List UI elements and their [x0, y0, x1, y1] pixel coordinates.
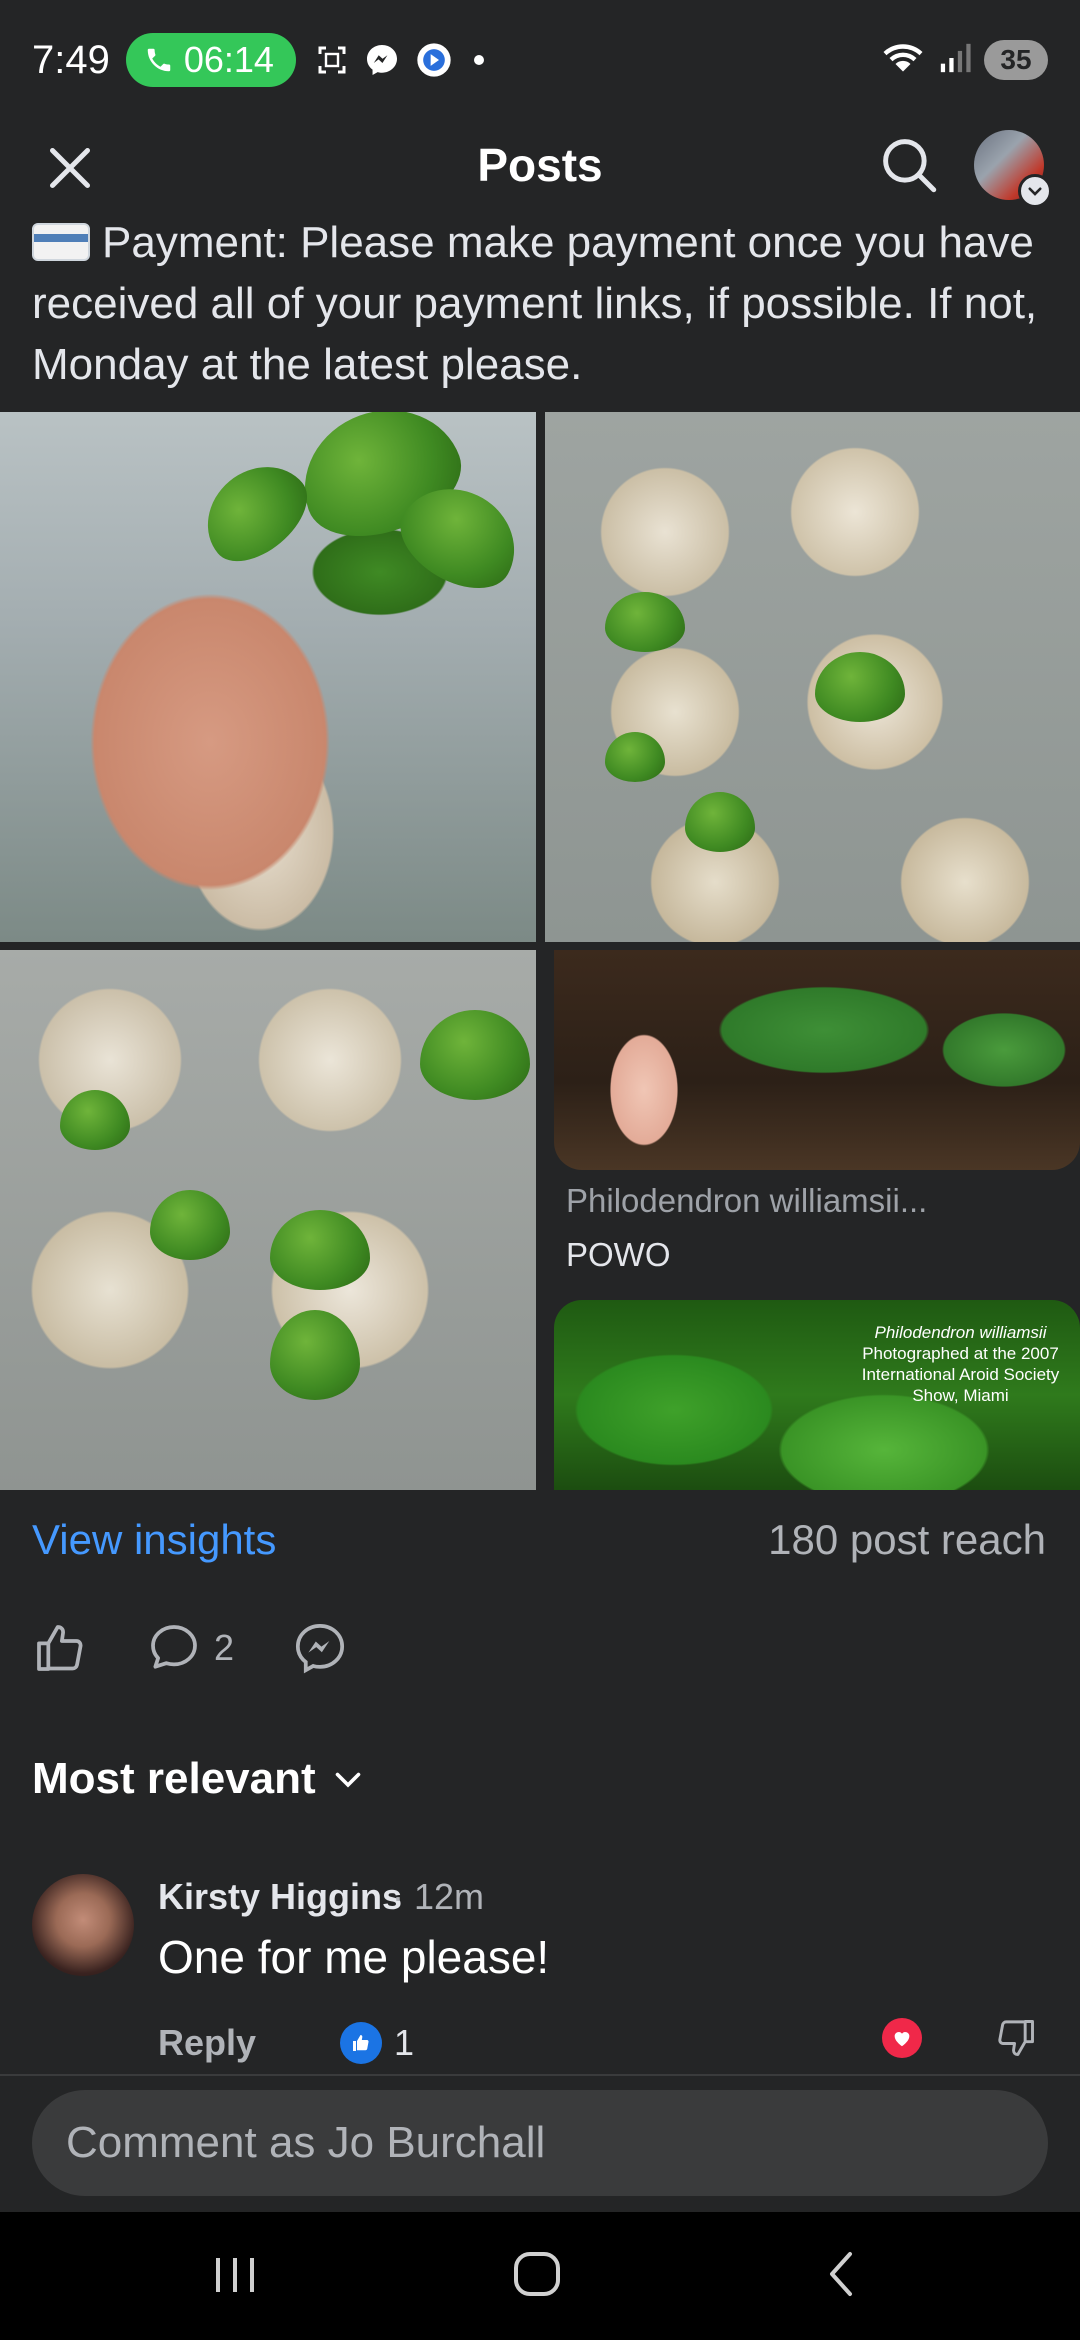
post-body: Payment: Please make payment once you ha…	[32, 212, 1052, 395]
comment-icon	[151, 1625, 197, 1669]
send-messenger-button[interactable]	[292, 1620, 348, 1676]
status-bar: 7:49 06:14 35	[0, 0, 1080, 120]
more-notifications-dot	[473, 55, 484, 65]
plant-leaf	[815, 652, 905, 722]
back-button[interactable]	[816, 2244, 866, 2309]
top-app-bar: Posts	[0, 120, 1080, 210]
profile-avatar-button[interactable]	[974, 130, 1052, 208]
system-navigation-bar	[0, 2212, 1080, 2340]
screenshot-icon	[314, 42, 350, 78]
recent-apps-icon	[216, 2258, 254, 2292]
account-switcher-badge	[1018, 174, 1052, 208]
sort-label: Most relevant	[32, 1754, 316, 1803]
plant-leaf	[420, 1010, 530, 1100]
commenter-name[interactable]: Kirsty Higgins	[158, 1876, 402, 1918]
plant-leaf	[60, 1090, 130, 1150]
link-preview-image-2[interactable]: Philodendron williamsii Photographed at …	[554, 1300, 1080, 1490]
reply-button[interactable]: Reply	[158, 2022, 256, 2064]
plant-leaf	[270, 1210, 370, 1290]
post-text: Payment: Please make payment once you ha…	[32, 218, 1038, 389]
home-icon	[514, 2252, 560, 2296]
signal-icon	[938, 41, 972, 80]
post-actions: 2	[32, 1620, 406, 1676]
post-reach-count: 180 post reach	[768, 1516, 1046, 1563]
home-button[interactable]	[508, 2244, 568, 2309]
ongoing-call-pill[interactable]: 06:14	[125, 33, 296, 87]
recent-apps-button[interactable]	[210, 2244, 260, 2309]
image-caption: Philodendron williamsii Photographed at …	[853, 1322, 1068, 1406]
plant-leaf	[605, 732, 665, 782]
view-insights-link[interactable]: View insights	[32, 1516, 276, 1564]
call-timer: 06:14	[183, 39, 274, 80]
comment-timestamp: · 12m	[392, 1876, 485, 1917]
thumbs-down-icon	[998, 2020, 1034, 2056]
app-notification-icon	[414, 40, 454, 80]
messenger-icon	[295, 1623, 345, 1674]
image-caption-line: Show, Miami	[912, 1386, 1009, 1405]
post-photo-1[interactable]	[0, 412, 536, 942]
messenger-icon	[364, 42, 400, 78]
like-button[interactable]	[32, 1620, 88, 1676]
image-caption-line: Photographed at the 2007	[862, 1344, 1059, 1363]
link-preview-title[interactable]: Philodendron williamsii...	[566, 1182, 927, 1220]
thumbs-up-icon	[37, 1625, 83, 1671]
heart-reaction-button[interactable]	[882, 2018, 922, 2058]
comment-text: One for me please!	[158, 1931, 550, 1983]
chevron-down-icon	[1028, 187, 1042, 196]
post-photo-2[interactable]	[545, 412, 1080, 942]
link-preview-source: POWO	[566, 1236, 671, 1273]
plant-leaf	[685, 792, 755, 852]
wifi-icon	[880, 40, 926, 81]
plant-leaf	[187, 446, 323, 578]
comment-reactions[interactable]: 1	[340, 2022, 414, 2064]
comment-composer: Comment as Jo Burchall	[0, 2076, 1080, 2212]
chevron-down-icon	[335, 1772, 360, 1788]
plant-leaf	[150, 1190, 230, 1260]
heart-icon	[894, 2032, 910, 2047]
battery-indicator: 35	[984, 40, 1048, 80]
back-icon	[830, 2252, 852, 2296]
comment-sort-dropdown[interactable]: Most relevant	[32, 1754, 366, 1804]
commenter-avatar[interactable]	[32, 1874, 134, 1976]
link-preview-image-1[interactable]	[554, 950, 1080, 1170]
dislike-button[interactable]	[994, 2016, 1038, 2065]
comment-count: 2	[214, 1627, 235, 1668]
search-button[interactable]	[876, 132, 942, 198]
image-caption-line: International Aroid Society	[861, 1365, 1060, 1384]
credit-card-emoji-icon	[32, 223, 90, 261]
post-photo-3[interactable]	[0, 950, 536, 1490]
image-caption-line: Philodendron williamsii	[874, 1323, 1047, 1342]
search-icon	[883, 139, 937, 193]
plant-leaf	[270, 1310, 360, 1400]
status-time: 7:49	[32, 37, 110, 82]
comment-button[interactable]: 2	[146, 1620, 234, 1676]
phone-icon	[147, 48, 171, 72]
like-reaction-icon	[340, 2022, 382, 2064]
plant-leaf	[605, 592, 685, 652]
comment-input[interactable]: Comment as Jo Burchall	[32, 2090, 1048, 2196]
comment-like-count: 1	[394, 2022, 415, 2063]
